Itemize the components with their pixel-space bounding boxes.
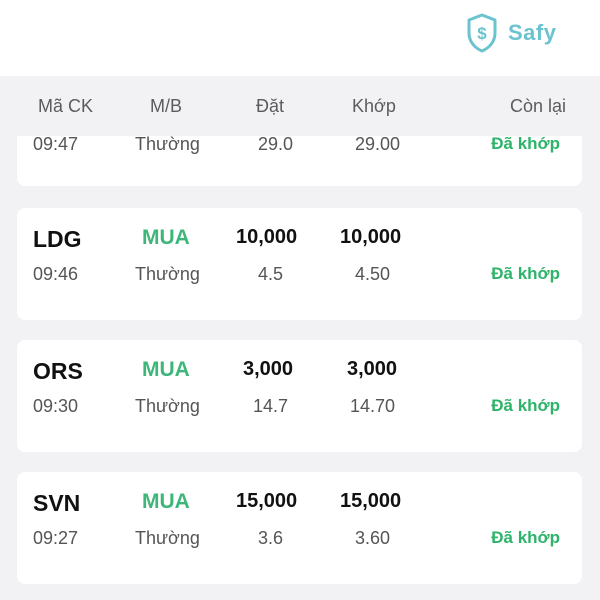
order-status: Đã khớp [491, 264, 560, 283]
order-type: Thường [135, 264, 200, 284]
order-time: 09:46 [33, 264, 79, 284]
order-time: 09:27 [33, 528, 79, 548]
order-detail-row: 09:47 Thường 29.0 29.00 Đã khớp [17, 134, 582, 160]
stock-symbol: LDG [33, 226, 82, 252]
order-quantity: 15,000 [236, 490, 298, 512]
svg-text:$: $ [477, 24, 487, 43]
top-bar: $ Safy [0, 0, 600, 76]
shield-dollar-icon: $ [467, 13, 497, 53]
order-card[interactable]: ORS MUA 3,000 3,000 09:30 Thường 14.7 14… [17, 340, 582, 452]
matched-quantity: 3,000 [347, 358, 398, 380]
header-side: M/B [150, 96, 183, 116]
order-quantity: 10,000 [236, 226, 298, 248]
order-detail-row: 09:46 Thường 4.5 4.50 Đã khớp [17, 264, 582, 290]
stock-symbol: SVN [33, 490, 81, 516]
order-status: Đã khớp [491, 396, 560, 415]
order-main-row: LDG MUA 10,000 10,000 [17, 226, 582, 256]
stock-symbol: ORS [33, 358, 83, 384]
header-ordered: Đặt [256, 96, 285, 116]
order-price: 4.5 [258, 264, 284, 284]
order-main-row: SVN MUA 15,000 15,000 [17, 490, 582, 520]
order-detail-row: 09:30 Thường 14.7 14.70 Đã khớp [17, 396, 582, 422]
matched-price: 14.70 [350, 396, 396, 416]
order-type: Thường [135, 134, 200, 154]
order-main-row: ORS MUA 3,000 3,000 [17, 358, 582, 388]
matched-price: 3.60 [355, 528, 391, 548]
order-side: MUA [142, 226, 190, 249]
header-remaining: Còn lại [509, 96, 566, 116]
order-price: 3.6 [258, 528, 284, 548]
order-time: 09:30 [33, 396, 79, 416]
matched-price: 4.50 [355, 264, 391, 284]
matched-quantity: 10,000 [340, 226, 402, 248]
order-type: Thường [135, 528, 200, 548]
matched-quantity: 15,000 [340, 490, 402, 512]
order-price: 14.7 [253, 396, 289, 416]
order-side: MUA [142, 490, 190, 513]
column-header: Mã CK M/B Đặt Khớp Còn lại [0, 76, 600, 136]
brand-name: Safy [508, 20, 557, 45]
order-card[interactable]: LDG MUA 10,000 10,000 09:46 Thường 4.5 4… [17, 208, 582, 320]
header-symbol: Mã CK [38, 96, 94, 116]
order-status: Đã khớp [491, 528, 560, 547]
order-time: 09:47 [33, 134, 79, 154]
order-card[interactable]: SVN MUA 15,000 15,000 09:27 Thường 3.6 3… [17, 472, 582, 584]
order-type: Thường [135, 396, 200, 416]
order-detail-row: 09:27 Thường 3.6 3.60 Đã khớp [17, 528, 582, 554]
brand-logo[interactable]: $ Safy [466, 12, 556, 54]
order-status: Đã khớp [491, 134, 560, 153]
order-price: 29.0 [258, 134, 294, 154]
order-quantity: 3,000 [243, 358, 294, 380]
order-side: MUA [142, 358, 190, 381]
matched-price: 29.00 [355, 134, 401, 154]
header-matched: Khớp [352, 96, 396, 116]
